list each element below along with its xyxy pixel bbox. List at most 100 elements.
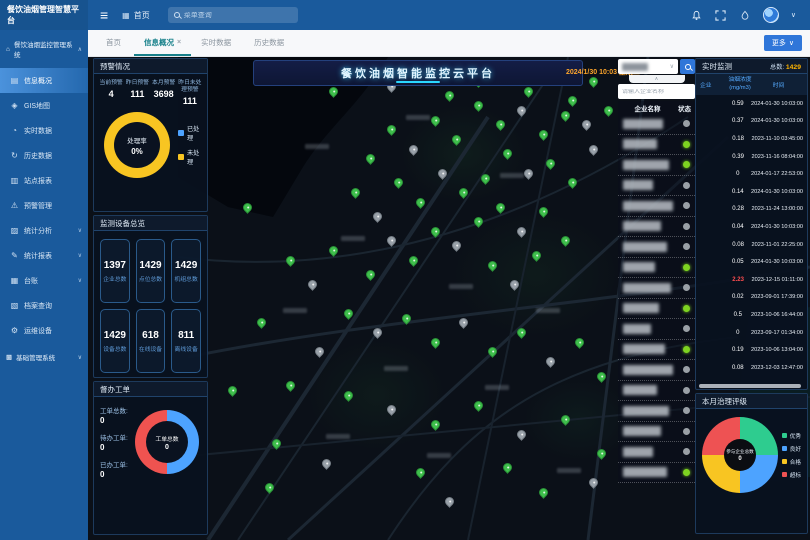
sidebar-item[interactable]: ▨ 统计分析 ∨	[0, 218, 88, 243]
page-tab[interactable]: 历史数据	[244, 30, 297, 56]
realtime-monitor-panel: 实时监测 总数: 1429 企业 油烟浓度 (mg/m3) 时间 0.59 20…	[695, 58, 808, 390]
company-list-row[interactable]	[618, 176, 695, 197]
company-list-row[interactable]	[618, 278, 695, 299]
realtime-table-row[interactable]: 0 2024-01-17 22:53:00	[696, 165, 807, 183]
collapse-toggle[interactable]: ∧	[629, 75, 685, 83]
sidebar-nav: ▤ 信息概况 ◈ GIS地图 ◔ 实时数据 ↻ 历史数据	[0, 68, 88, 343]
company-list-row[interactable]	[618, 340, 695, 361]
fullscreen-icon[interactable]	[715, 9, 727, 21]
sidebar-item[interactable]: ▤ 信息概况	[0, 68, 88, 93]
more-button[interactable]: 更多 ∨	[764, 35, 802, 51]
realtime-table-row[interactable]: 0.18 2023-11-10 03:45:00	[696, 130, 807, 148]
realtime-table-row[interactable]: 0.08 2023-11-01 22:25:00	[696, 236, 807, 254]
bell-icon[interactable]	[691, 9, 703, 21]
device-stat-card: 1429 机组总数	[171, 239, 201, 303]
density-value: 0.08	[725, 242, 752, 248]
realtime-table-row[interactable]: 0.14 2024-01-30 10:03:00	[696, 183, 807, 201]
sidebar-item[interactable]: ✎ 统计报表 ∨	[0, 243, 88, 268]
density-value: 0.59	[725, 101, 751, 107]
sidebar-item[interactable]: ⚙ 运维设备	[0, 318, 88, 343]
company-name-search-box[interactable]	[618, 84, 695, 99]
company-list-row[interactable]	[618, 299, 695, 320]
flame-icon[interactable]	[739, 9, 751, 21]
realtime-table-row[interactable]: 0.59 2024-01-30 10:03:00	[696, 95, 807, 113]
menu-search-box[interactable]	[168, 7, 298, 23]
legend-item: 合格	[782, 458, 801, 466]
realtime-table-row[interactable]: 0.19 2023-10-06 13:04:00	[696, 341, 807, 359]
device-stat-value: 1429	[175, 260, 197, 271]
status-dot	[683, 387, 690, 394]
donut-value: 0%	[131, 147, 143, 156]
status-dot	[683, 243, 690, 250]
reading-time: 2024-01-30 10:03:00	[751, 189, 803, 195]
company-list-row[interactable]	[618, 319, 695, 340]
page-tab[interactable]: 首页	[96, 30, 134, 56]
company-list-row[interactable]	[618, 237, 695, 258]
reading-time: 2024-01-30 10:03:00	[751, 224, 803, 230]
warning-stat-label: 昨日未处理预警	[177, 80, 203, 94]
density-value: 0.14	[725, 189, 751, 195]
realtime-table-row[interactable]: 0.04 2024-01-30 10:03:00	[696, 218, 807, 236]
company-list-row[interactable]	[618, 463, 695, 484]
sidebar-item[interactable]: ◔ 实时数据	[0, 118, 88, 143]
sidebar-item[interactable]: ▧ 档案查询	[0, 293, 88, 318]
company-name-input[interactable]	[622, 89, 691, 95]
company-list-row[interactable]	[618, 422, 695, 443]
legend-item: 超标	[782, 471, 801, 479]
breadcrumb[interactable]: ▦ 首页	[122, 10, 150, 21]
company-list-row[interactable]	[618, 442, 695, 463]
alarm-icon: ⚠	[10, 201, 19, 210]
company-list-row[interactable]	[618, 401, 695, 422]
legend-swatch	[178, 154, 184, 160]
realtime-table-row[interactable]: 0.08 2023-12-03 12:47:00	[696, 359, 807, 377]
density-value: 0	[725, 171, 751, 177]
sidebar-item[interactable]: ◈ GIS地图	[0, 93, 88, 118]
company-search-button[interactable]	[680, 59, 695, 74]
device-stat-label: 点位总数	[139, 274, 162, 283]
topbar-actions: ∨	[691, 7, 810, 23]
realtime-table-row[interactable]: 0.5 2023-10-06 16:44:00	[696, 306, 807, 324]
horizontal-scrollbar[interactable]	[699, 384, 801, 388]
realtime-table-row[interactable]: 0.05 2024-01-30 10:03:00	[696, 253, 807, 271]
map-place-label-blur	[326, 434, 350, 439]
realtime-table-row[interactable]: 0.37 2024-01-30 10:03:00	[696, 113, 807, 131]
page-tab[interactable]: 信息概况 ×	[134, 30, 191, 56]
sidebar-item[interactable]: ⚠ 预警管理	[0, 193, 88, 218]
sidebar-item[interactable]: ↻ 历史数据	[0, 143, 88, 168]
more-button-label: 更多	[772, 38, 786, 48]
order-stat-value: 0	[100, 443, 128, 452]
legend-item: 良好	[782, 445, 801, 453]
region-select[interactable]: ∨	[618, 59, 678, 74]
realtime-table-row[interactable]: 0 2023-09-17 01:34:00	[696, 324, 807, 342]
company-list-row[interactable]	[618, 155, 695, 176]
company-list-row[interactable]	[618, 217, 695, 238]
realtime-table-row[interactable]: 2.23 2023-12-15 01:11:00	[696, 271, 807, 289]
menu-search-input[interactable]	[184, 12, 292, 19]
company-list-row[interactable]	[618, 196, 695, 217]
tab-close-icon[interactable]: ×	[177, 39, 181, 46]
company-name-blur	[623, 139, 657, 149]
hamburger-menu-icon[interactable]: ≡	[100, 7, 108, 23]
chevron-down-icon[interactable]: ∨	[791, 11, 796, 19]
company-list-row[interactable]	[618, 114, 695, 135]
chevron-up-icon: ∧	[655, 76, 659, 82]
tabbar: 首页 信息概况 × 实时数据 历史数据 更多 ∨	[88, 30, 810, 57]
realtime-table-row[interactable]: 0.28 2023-11-24 13:00:00	[696, 201, 807, 219]
sidebar-section-restaurant-system[interactable]: ⌂ 餐饮油烟监控管理系统 ∧	[0, 30, 88, 68]
company-list-row[interactable]	[618, 135, 695, 156]
company-list-row[interactable]	[618, 258, 695, 279]
warning-panel: 预警情况 当前预警 4 昨日预警 111 本月预警 3698 昨日未	[93, 58, 208, 212]
rating-legend: 优秀 良好 合格 超标	[782, 432, 801, 479]
sidebar-item[interactable]: ▦ 台账 ∨	[0, 268, 88, 293]
sidebar-section-base-system[interactable]: ▩ 基础管理系统 ∨	[0, 343, 88, 371]
user-avatar[interactable]	[763, 7, 779, 23]
company-list-row[interactable]	[618, 360, 695, 381]
sidebar-section-label: 基础管理系统	[16, 352, 55, 362]
company-list-row[interactable]	[618, 381, 695, 402]
realtime-table-row[interactable]: 0.39 2023-11-16 08:04:00	[696, 148, 807, 166]
realtime-table-row[interactable]: 0.02 2023-09-01 17:39:00	[696, 289, 807, 307]
page-tab[interactable]: 实时数据	[191, 30, 244, 56]
map-place-label-blur	[427, 453, 451, 458]
sidebar-item[interactable]: ▥ 站点报表	[0, 168, 88, 193]
rating-panel-title: 本月治理评级	[696, 394, 807, 409]
